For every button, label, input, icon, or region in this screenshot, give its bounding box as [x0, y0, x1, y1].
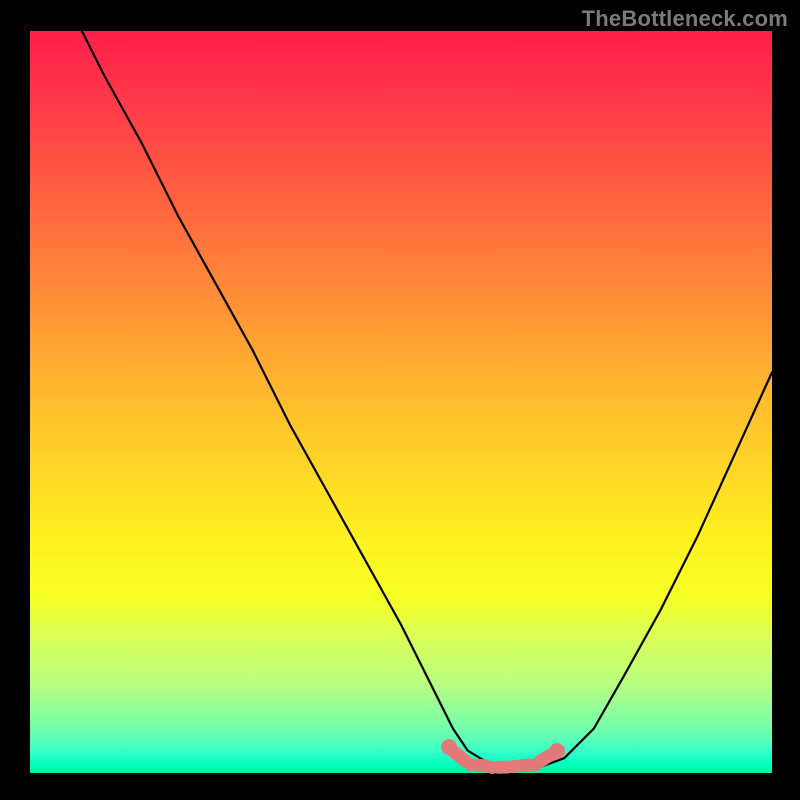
plot-area — [30, 31, 772, 773]
watermark-text: TheBottleneck.com — [582, 6, 788, 32]
bottleneck-curve — [30, 31, 772, 773]
chart-frame: TheBottleneck.com — [0, 0, 800, 800]
